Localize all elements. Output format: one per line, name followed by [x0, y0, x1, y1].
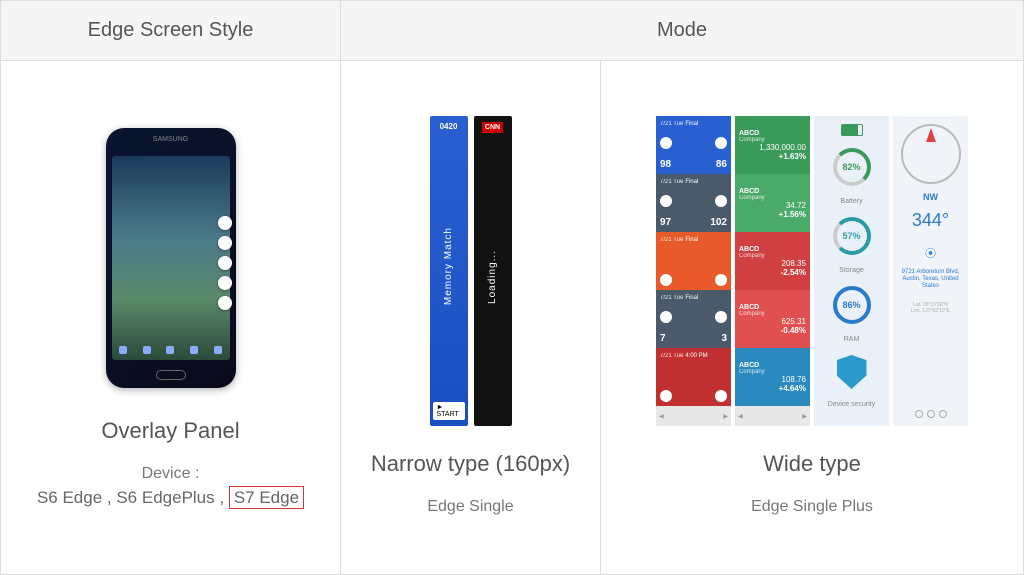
score-tile: 7/21 Tue Final: [656, 232, 731, 290]
narrow-subtitle: Edge Single: [427, 495, 513, 519]
ram-ring: 86%: [833, 286, 871, 324]
nav-dot[interactable]: [939, 410, 947, 418]
column-overlay: SAMSUNG Overlay Panel Device :: [1, 61, 341, 574]
table-content-row: SAMSUNG Overlay Panel Device :: [0, 61, 1024, 575]
header-edge-style: Edge Screen Style: [1, 1, 341, 60]
score-tile: 7/21 Tue Final 73: [656, 290, 731, 348]
team-icon: [660, 274, 672, 286]
contact-dot: [218, 216, 232, 230]
narrow-panel-blue: 0420 Memory Match ► START: [430, 116, 468, 426]
wide-panel-system: 82% Battery 57% Storage 86% RAM Device s…: [814, 116, 889, 426]
phone-brand-label: SAMSUNG: [106, 136, 236, 143]
battery-icon: [841, 124, 863, 136]
team-icon: [660, 390, 672, 402]
panel-title-vertical: Memory Match: [443, 227, 454, 305]
wide-panel-scores: 7/21 Tue Final 9886 7/21 Tue Final 97102…: [656, 116, 731, 426]
stock-tile: ABCD Company 34.72 +1.56%: [735, 174, 810, 232]
nav-dot[interactable]: [927, 410, 935, 418]
location-pin-icon: ⦿: [925, 245, 936, 261]
stock-tile: ABCD Company 1,330,000.00 +1.63%: [735, 116, 810, 174]
start-button[interactable]: ► START: [433, 402, 465, 420]
address-text: 9721 Arboretum Blvd, Austin, Texas, Unit…: [897, 269, 964, 291]
compass-icon: [901, 124, 961, 184]
phone-screen: [112, 156, 230, 360]
contact-dot: [218, 256, 232, 270]
compass-heading-dir: NW: [923, 192, 938, 202]
team-icon: [715, 311, 727, 323]
narrow-panel-black: CNN Loading...: [474, 116, 512, 426]
wide-title: Wide type: [763, 451, 861, 477]
overlay-title: Overlay Panel: [101, 418, 239, 444]
team-icon: [715, 274, 727, 286]
wide-subtitle: Edge Single Plus: [751, 495, 873, 519]
home-button-icon: [156, 370, 186, 380]
phone-mockup: SAMSUNG: [106, 128, 236, 388]
shield-icon: [837, 355, 867, 389]
header-mode: Mode: [341, 1, 1023, 60]
coordinates-text: Lat. 35°15'30"N Lon. 127°02'10"E: [911, 302, 950, 314]
wide-panel-compass: NW 344° ⦿ 9721 Arboretum Blvd, Austin, T…: [893, 116, 968, 426]
phone-dock: [112, 346, 230, 354]
table-header-row: Edge Screen Style Mode: [0, 0, 1024, 61]
narrow-panels-demo: 0420 Memory Match ► START CNN Loading...: [430, 116, 512, 426]
wide-panel-stocks: ABCD Company 1,330,000.00 +1.63% ABCD Co…: [735, 116, 810, 426]
stock-tile: ABCD Company 108.76 +4.64%: [735, 348, 810, 406]
panel-number: 0420: [440, 122, 458, 131]
score-tile: 7/21 Tue 4:00 PM: [656, 348, 731, 406]
stock-tile: ABCD Company 208.35 -2.54%: [735, 232, 810, 290]
team-icon: [715, 390, 727, 402]
contact-dot: [218, 236, 232, 250]
cnn-logo: CNN: [482, 122, 503, 133]
team-icon: [660, 311, 672, 323]
panel-footer: ◀▶: [735, 406, 810, 426]
contact-dot: [218, 296, 232, 310]
battery-ring: 82%: [833, 148, 871, 186]
ram-label: RAM: [844, 336, 860, 343]
team-icon: [715, 137, 727, 149]
panel-footer: ◀▶: [656, 406, 731, 426]
device-list: S6 Edge , S6 EdgePlus , S7 Edge: [37, 488, 304, 508]
battery-label: Battery: [840, 198, 862, 205]
nav-dots: [915, 410, 947, 418]
stock-tile: ABCD Company 625.31 -0.48%: [735, 290, 810, 348]
team-icon: [660, 195, 672, 207]
security-label: Device security: [828, 401, 875, 408]
wide-panels-demo: 7/21 Tue Final 9886 7/21 Tue Final 97102…: [656, 116, 968, 426]
score-tile: 7/21 Tue Final 97102: [656, 174, 731, 232]
score-tile: 7/21 Tue Final 9886: [656, 116, 731, 174]
storage-label: Storage: [839, 267, 864, 274]
nav-dot[interactable]: [915, 410, 923, 418]
device-label: Device :: [142, 462, 200, 486]
device-item: S6 EdgePlus: [116, 488, 214, 507]
storage-ring: 57%: [833, 217, 871, 255]
loading-text: Loading...: [487, 250, 498, 304]
compass-heading-deg: 344°: [912, 210, 949, 231]
narrow-title: Narrow type (160px): [371, 451, 570, 477]
team-icon: [660, 137, 672, 149]
edge-contacts: [218, 216, 232, 310]
column-narrow: 0420 Memory Match ► START CNN Loading...…: [341, 61, 601, 574]
team-icon: [715, 195, 727, 207]
contact-dot: [218, 276, 232, 290]
device-item: S6 Edge: [37, 488, 102, 507]
column-wide: 7/21 Tue Final 9886 7/21 Tue Final 97102…: [601, 61, 1023, 574]
device-item-highlighted: S7 Edge: [229, 486, 304, 509]
